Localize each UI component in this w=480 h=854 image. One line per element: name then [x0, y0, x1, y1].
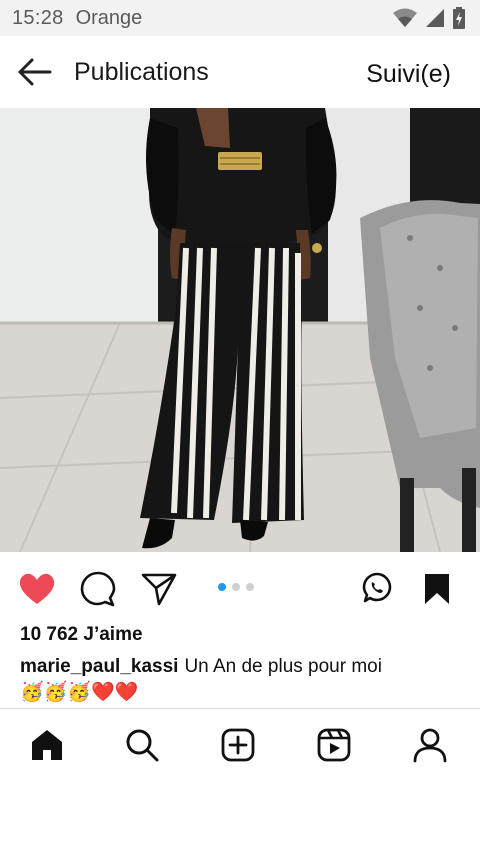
- signal-icon: [426, 9, 444, 27]
- save-button[interactable]: [418, 570, 456, 608]
- send-icon: [141, 573, 177, 606]
- caption-emojis: 🥳🥳🥳❤️❤️: [20, 682, 139, 703]
- nav-home[interactable]: [27, 725, 67, 765]
- post-photo[interactable]: [0, 108, 480, 552]
- home-icon: [32, 730, 62, 760]
- bottom-navigation: [0, 709, 480, 781]
- carousel-dot: [246, 583, 254, 591]
- likes-count[interactable]: 10 762 J’aime: [20, 624, 143, 646]
- nav-create[interactable]: [218, 725, 258, 765]
- nav-reels[interactable]: [314, 725, 354, 765]
- whatsapp-icon: [362, 572, 392, 603]
- post-caption: marie_paul_kassi Un An de plus pour moi: [20, 652, 465, 682]
- post-actions: [0, 552, 480, 624]
- carousel-indicator: [218, 583, 254, 591]
- caption-text: Un An de plus pour moi: [184, 656, 382, 677]
- carousel-dot-active: [218, 583, 226, 591]
- status-icons: [392, 7, 466, 29]
- nav-profile[interactable]: [410, 725, 450, 765]
- profile-icon: [413, 728, 447, 763]
- like-button[interactable]: [18, 570, 56, 608]
- nav-search[interactable]: [122, 725, 162, 765]
- status-time: 15:28: [12, 6, 64, 29]
- wifi-icon: [393, 8, 417, 27]
- battery-icon: [453, 7, 465, 29]
- search-icon: [126, 729, 159, 762]
- header: Publications Suivi(e): [0, 36, 480, 108]
- comment-button[interactable]: [79, 570, 117, 608]
- share-button[interactable]: [140, 570, 178, 608]
- bookmark-icon: [425, 574, 449, 604]
- reels-icon: [317, 728, 351, 762]
- page-title: Publications: [74, 58, 209, 86]
- whatsapp-share-button[interactable]: [358, 570, 396, 608]
- back-button[interactable]: [14, 54, 54, 90]
- arrow-left-icon: [18, 58, 52, 86]
- carousel-dot: [232, 583, 240, 591]
- status-carrier: Orange: [75, 6, 143, 29]
- status-bar: 15:28 Orange: [0, 0, 480, 36]
- add-post-icon: [221, 728, 255, 762]
- comment-icon: [80, 571, 116, 607]
- post-image: [0, 108, 480, 552]
- heart-icon: [19, 573, 55, 604]
- follow-button[interactable]: Suivi(e): [366, 60, 451, 89]
- caption-username[interactable]: marie_paul_kassi: [20, 656, 178, 677]
